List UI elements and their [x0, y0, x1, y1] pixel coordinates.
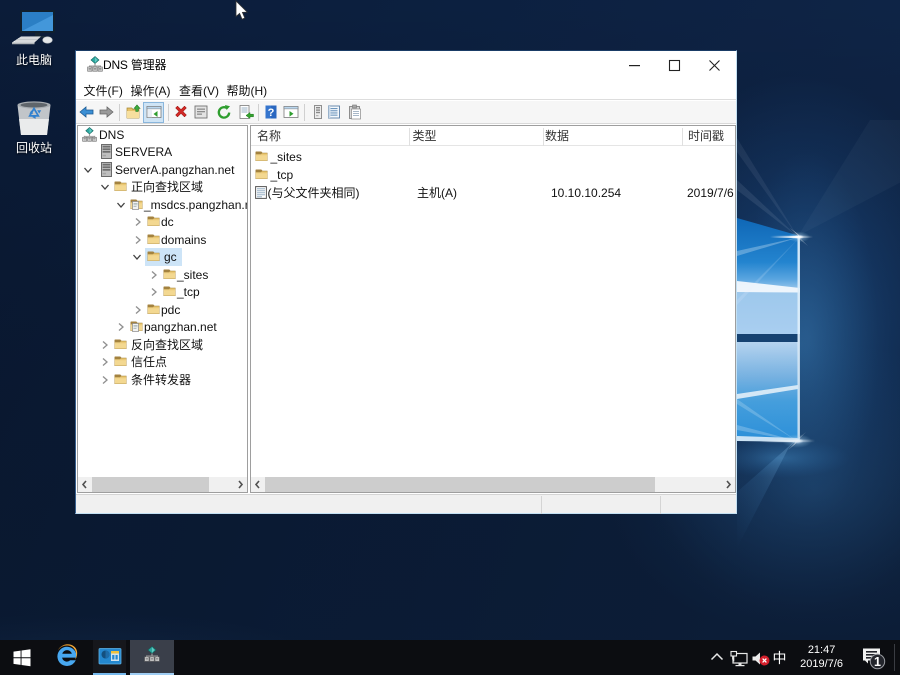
svg-text:?: ? — [268, 107, 275, 119]
svg-text:1: 1 — [874, 655, 881, 669]
